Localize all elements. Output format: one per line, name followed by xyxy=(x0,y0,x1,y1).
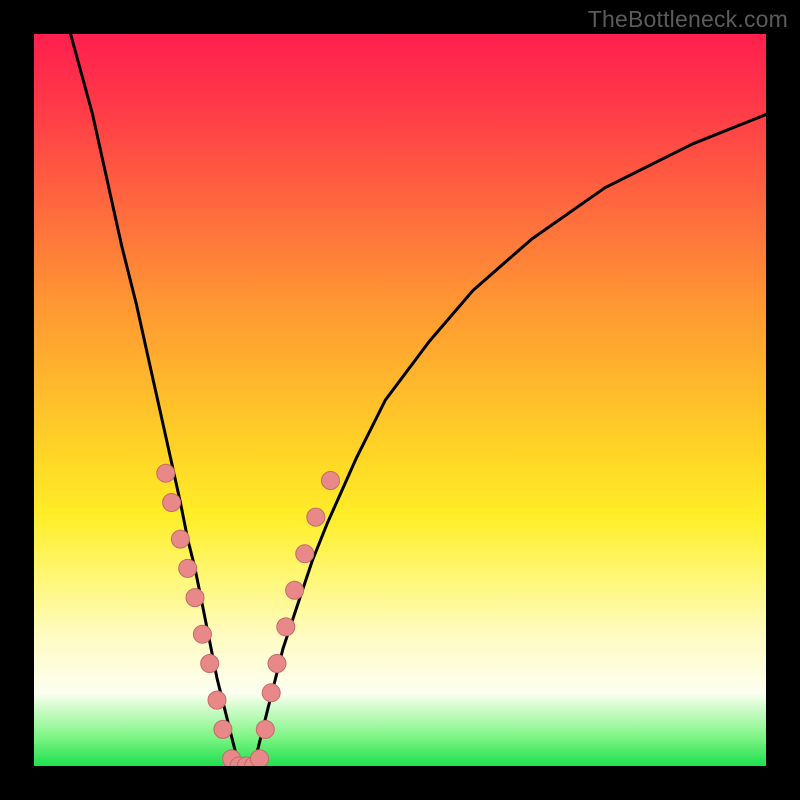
data-marker xyxy=(214,720,232,738)
chart-svg xyxy=(34,34,766,766)
watermark-text: TheBottleneck.com xyxy=(588,6,788,33)
data-marker xyxy=(322,472,340,490)
data-marker xyxy=(262,684,280,702)
data-marker xyxy=(179,559,197,577)
data-marker xyxy=(208,691,226,709)
data-marker xyxy=(268,655,286,673)
data-marker xyxy=(201,655,219,673)
series-right-curve xyxy=(254,115,766,767)
data-marker xyxy=(286,581,304,599)
data-marker xyxy=(186,589,204,607)
data-marker xyxy=(277,618,295,636)
plot-area xyxy=(34,34,766,766)
marker-layer xyxy=(157,464,340,766)
data-marker xyxy=(193,625,211,643)
data-marker xyxy=(157,464,175,482)
data-marker xyxy=(163,494,181,512)
data-marker xyxy=(251,750,269,766)
data-marker xyxy=(296,545,314,563)
chart-frame: TheBottleneck.com xyxy=(0,0,800,800)
data-marker xyxy=(171,530,189,548)
curve-layer xyxy=(71,34,766,766)
data-marker xyxy=(307,508,325,526)
data-marker xyxy=(256,720,274,738)
